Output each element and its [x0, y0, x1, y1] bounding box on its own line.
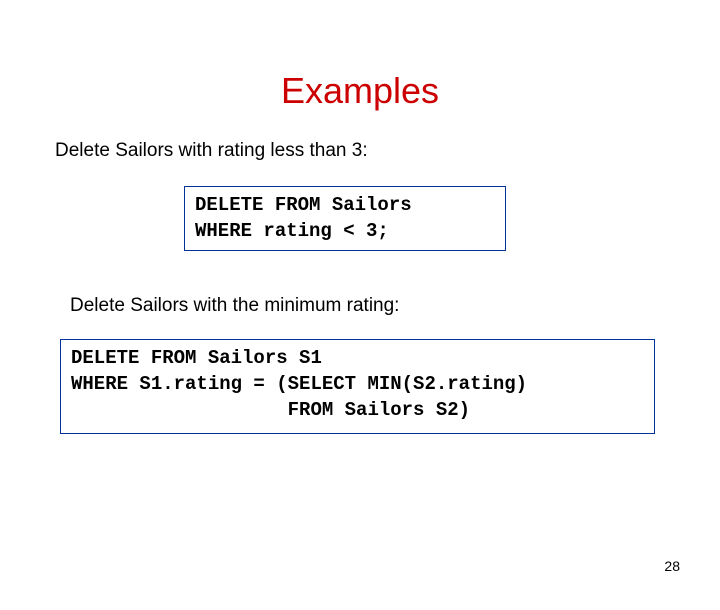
slide-title: Examples [0, 70, 720, 112]
sql-code-2: DELETE FROM Sailors S1 WHERE S1.rating =… [71, 346, 644, 423]
sql-code-1: DELETE FROM Sailors WHERE rating < 3; [195, 193, 495, 244]
example-description-2: Delete Sailors with the minimum rating: [70, 295, 720, 317]
example-description-1: Delete Sailors with rating less than 3: [55, 140, 720, 162]
page-number: 28 [664, 558, 680, 574]
code-box-2: DELETE FROM Sailors S1 WHERE S1.rating =… [60, 339, 655, 434]
code-box-1: DELETE FROM Sailors WHERE rating < 3; [184, 186, 506, 251]
